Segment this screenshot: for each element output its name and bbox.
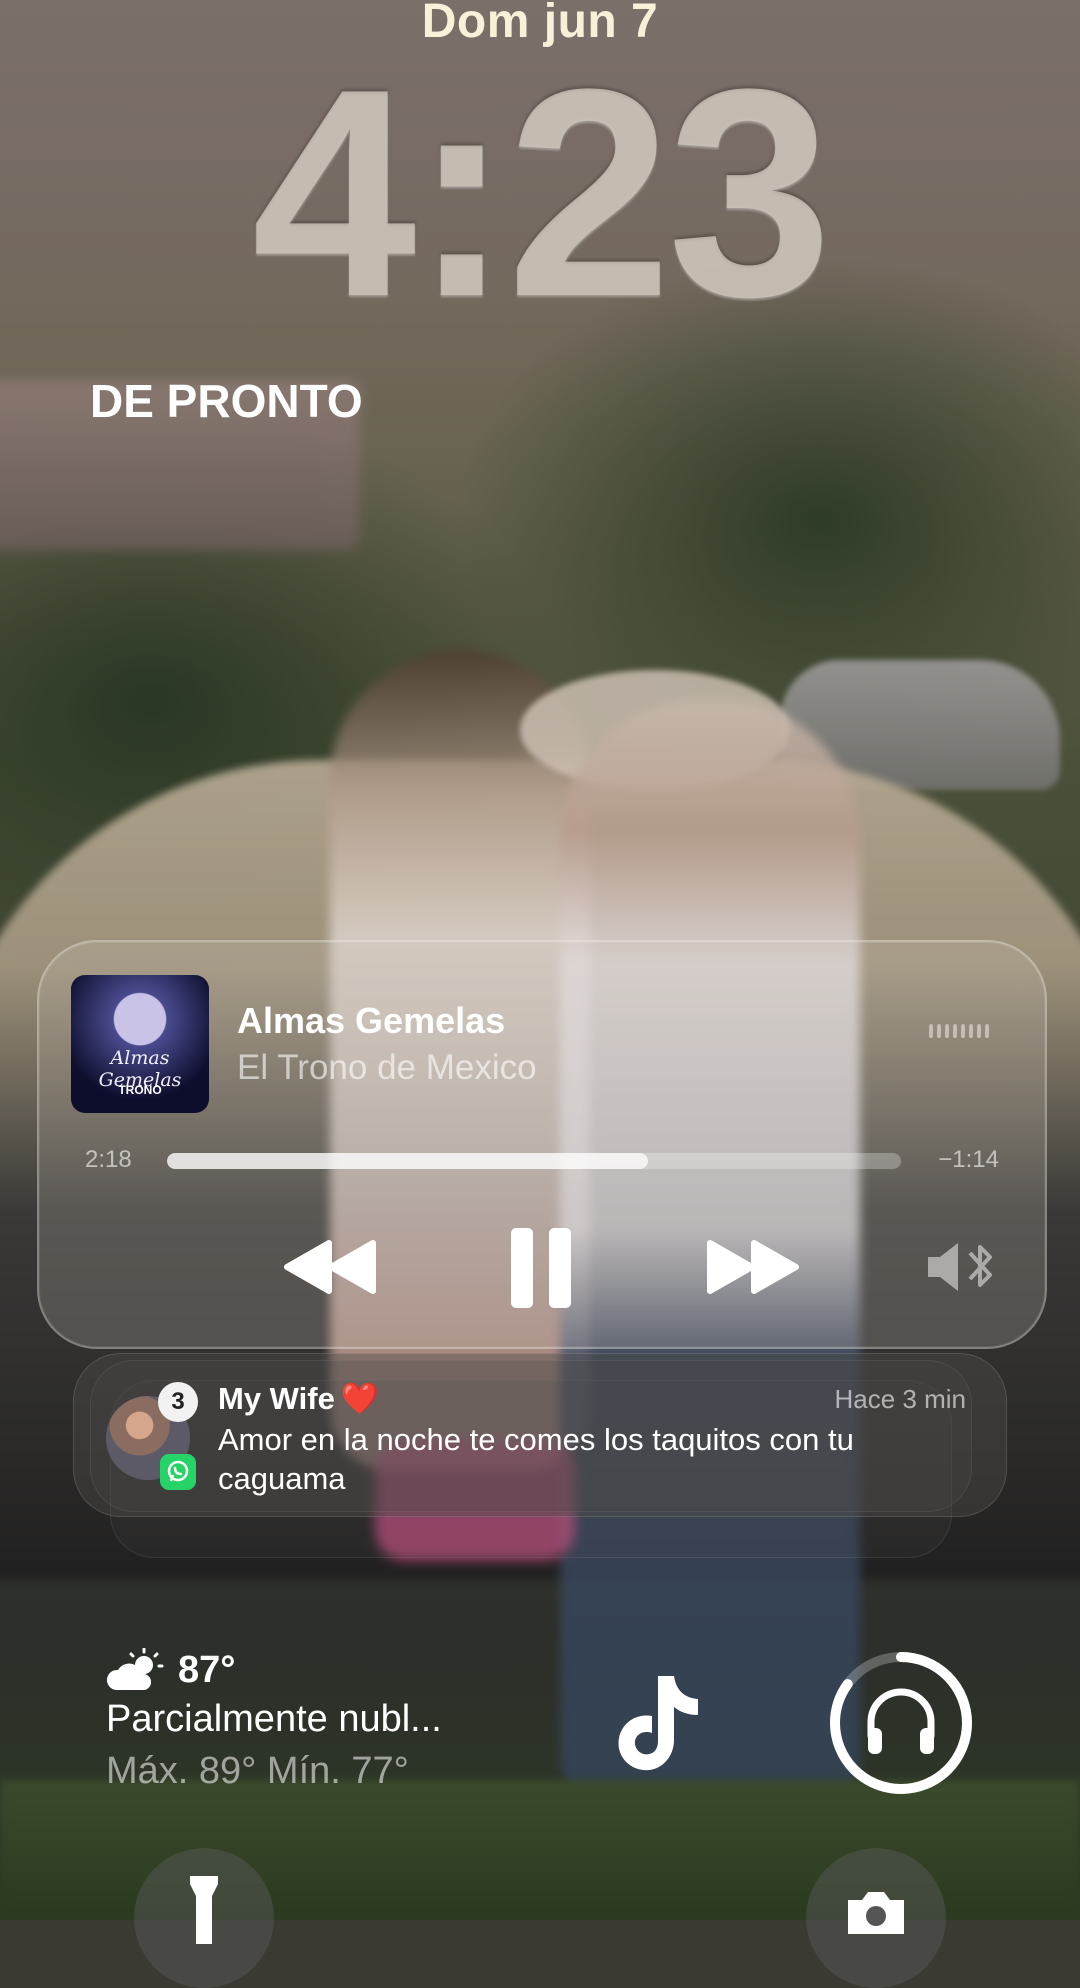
song-artist: El Trono de Mexico: [237, 1048, 537, 1087]
camera-icon: [848, 1892, 904, 1934]
album-artwork[interactable]: Almas Gemelas TRONO: [71, 975, 209, 1113]
flashlight-icon: [190, 1876, 218, 1944]
weather-condition: Parcialmente nubl...: [106, 1698, 442, 1740]
rewind-button[interactable]: [283, 1232, 379, 1302]
tiktok-icon: [618, 1676, 698, 1771]
headphones-icon: [867, 1688, 935, 1754]
camera-button[interactable]: [806, 1848, 946, 1988]
pause-button[interactable]: [497, 1218, 585, 1318]
weather-temperature: 87°: [178, 1648, 236, 1691]
top-widget-label[interactable]: DE PRONTO: [90, 374, 363, 428]
heart-emoji: ❤️: [340, 1381, 380, 1416]
audio-waveform-icon: [929, 1024, 989, 1038]
notification-message: Amor en la noche te comes los taquitos c…: [218, 1422, 854, 1496]
weather-widget[interactable]: 87°: [106, 1648, 235, 1692]
now-playing-widget[interactable]: Almas Gemelas TRONO Almas Gemelas El Tro…: [37, 940, 1047, 1349]
playback-scrubber[interactable]: [167, 1153, 901, 1169]
weather-high-low: Máx. 89° Mín. 77°: [106, 1750, 409, 1792]
time-remaining: −1:14: [938, 1146, 999, 1173]
fast-forward-icon: [707, 1240, 799, 1294]
artwork-label: TRONO: [118, 1083, 162, 1097]
audio-output-button[interactable]: [921, 1234, 1001, 1300]
notification-sender: My Wife ❤️: [218, 1380, 379, 1417]
flashlight-button[interactable]: [134, 1848, 274, 1988]
notification-time: Hace 3 min: [834, 1384, 967, 1414]
partly-cloudy-icon: [106, 1648, 164, 1690]
pause-icon: [511, 1228, 571, 1308]
whatsapp-icon: [160, 1454, 196, 1490]
speaker-bluetooth-icon: [928, 1243, 992, 1291]
sender-name: My Wife: [218, 1381, 335, 1416]
tiktok-widget[interactable]: [610, 1668, 710, 1778]
time-elapsed: 2:18: [85, 1146, 132, 1173]
notification-card[interactable]: 3 My Wife ❤️ Hace 3 min Amor en la noche …: [73, 1353, 1007, 1517]
lock-clock: 4:23: [251, 27, 832, 358]
headphones-battery-widget[interactable]: [826, 1648, 976, 1798]
rewind-icon: [284, 1240, 376, 1294]
notification-count-badge: 3: [158, 1382, 198, 1422]
playback-progress-fill: [167, 1153, 648, 1169]
fast-forward-button[interactable]: [704, 1232, 800, 1302]
song-title: Almas Gemelas: [237, 1000, 506, 1041]
